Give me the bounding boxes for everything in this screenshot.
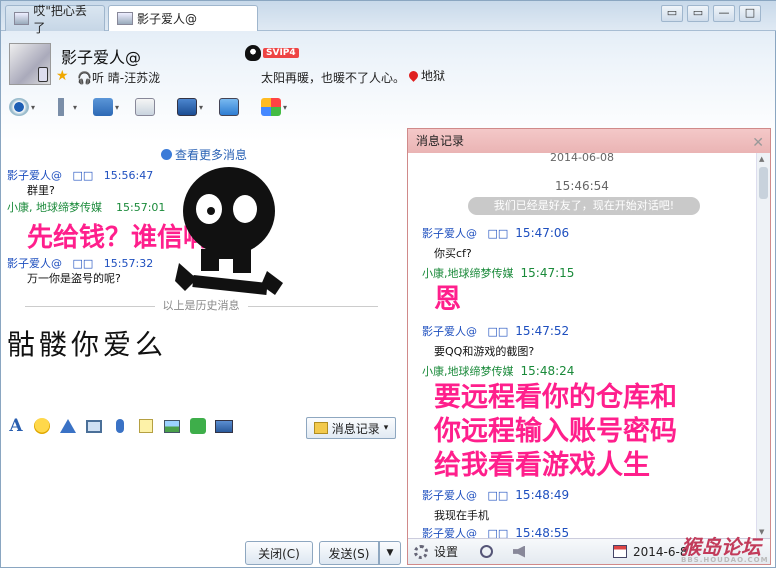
date-header: 2014-06-08 xyxy=(550,153,614,164)
vip-badge[interactable]: SVIP4 xyxy=(245,45,299,61)
main-toolbar: ▾ ▾ ▾ ▾ ▾ xyxy=(9,95,299,119)
history-scrollbar[interactable]: ▲ ▼ xyxy=(756,153,770,538)
mobile-icon xyxy=(38,67,48,82)
video-call-button[interactable]: ▾ xyxy=(9,95,47,119)
font-icon[interactable]: A xyxy=(7,416,25,436)
music-share-icon[interactable] xyxy=(189,417,207,435)
speaker-icon[interactable] xyxy=(513,545,526,558)
signature: 太阳再暖，也暖不了人心。 xyxy=(261,71,406,85)
message-header: 影子爱人@ □□ 15:48:55 xyxy=(422,526,570,538)
tab-conversation-1[interactable]: 哎"把心丢了 xyxy=(5,4,105,35)
tab-conversation-2[interactable]: 影子爱人@ xyxy=(108,5,258,31)
overlay-text: 恩 xyxy=(434,284,461,315)
message-body: 我现在手机 xyxy=(434,509,489,522)
minimize-button[interactable]: — xyxy=(713,5,735,22)
location-pin-icon xyxy=(407,69,420,82)
overlay-text: 要远程看你的仓库和 xyxy=(434,382,677,413)
gear-icon[interactable] xyxy=(414,544,428,559)
tab-label: 影子爱人@ xyxy=(137,12,198,26)
history-panel-title: 消息记录 ✕ xyxy=(408,129,770,153)
emoji-icon[interactable] xyxy=(33,417,51,435)
screen-share-button[interactable] xyxy=(219,95,257,119)
music-status[interactable]: 🎧听 晴-汪苏泷 xyxy=(77,69,160,86)
star-icon[interactable]: ★ xyxy=(56,68,69,84)
contact-avatar[interactable] xyxy=(9,43,51,85)
message-header: 小康, 地球缔梦传媒 15:57:01 xyxy=(7,201,166,214)
music-text: 听 晴-汪苏泷 xyxy=(91,71,161,85)
forum-watermark: 猴岛论坛 BBS.HOUDAO.COM xyxy=(681,535,769,564)
message-body: 万一你是盗号的呢? xyxy=(27,272,121,285)
scroll-thumb[interactable] xyxy=(759,167,768,199)
voice-message-icon[interactable] xyxy=(111,417,129,435)
history-icon xyxy=(313,422,328,434)
close-icon[interactable]: ✕ xyxy=(752,131,764,155)
location[interactable]: 地狱 xyxy=(407,67,446,84)
more-messages-link[interactable]: 查看更多消息 xyxy=(161,146,247,163)
apps-button[interactable]: ▾ xyxy=(261,95,299,119)
avatar-thumb-icon xyxy=(117,12,133,25)
message-header: 影子爱人@ □□ 15:47:06 xyxy=(422,226,570,240)
history-divider: 以上是历史消息 xyxy=(11,297,391,313)
folder-icon xyxy=(93,98,113,116)
time-stamp: 15:46:54 xyxy=(555,179,609,193)
file-transfer-button[interactable]: ▾ xyxy=(93,95,131,119)
close-button[interactable]: 关闭(C) xyxy=(245,541,313,565)
message-body: 你买cf? xyxy=(434,247,472,260)
history-list: 2014-06-08 15:46:54 我们已经是好友了，现在开始对话吧! 影子… xyxy=(408,153,756,538)
skin-button[interactable]: ▭ xyxy=(661,5,683,22)
message-body: 要QQ和游戏的截图? xyxy=(434,345,535,358)
calendar-icon[interactable] xyxy=(613,545,628,558)
send-options-button[interactable]: ▼ xyxy=(379,541,401,565)
voice-call-button[interactable]: ▾ xyxy=(51,95,89,119)
history-panel: 消息记录 ✕ 2014-06-08 15:46:54 我们已经是好友了，现在开始… xyxy=(407,128,771,565)
contact-name[interactable]: 影子爱人@ xyxy=(61,44,141,68)
scroll-up-icon[interactable]: ▲ xyxy=(759,155,764,163)
penguin-icon xyxy=(245,45,261,61)
message-history-button[interactable]: 消息记录 ▾ xyxy=(306,417,396,439)
clock-icon xyxy=(161,149,172,160)
headphone-icon: 🎧 xyxy=(77,71,92,85)
apps-grid-icon xyxy=(261,98,281,116)
microphone-icon xyxy=(51,98,71,116)
overlay-text: 你远程输入账号密码 xyxy=(434,416,677,447)
overlay-text: 给我看看游戏人生 xyxy=(434,450,650,481)
message-header: 影子爱人@ □□ 15:57:32 xyxy=(7,257,154,270)
message-header: 小康,地球缔梦传媒 15:48:24 xyxy=(422,364,575,378)
history-date[interactable]: 2014-6-8 xyxy=(633,545,687,559)
screen-icon xyxy=(219,98,239,116)
picture-icon[interactable] xyxy=(163,417,181,435)
camera-icon xyxy=(9,98,29,116)
screenshot-icon[interactable] xyxy=(215,417,233,435)
system-notice: 我们已经是好友了，现在开始对话吧! xyxy=(468,197,700,215)
message-body: 群里? xyxy=(27,184,55,197)
avatar-thumb-icon xyxy=(14,12,30,25)
skull-sticker xyxy=(175,167,283,295)
input-typed-text: 骷髅你爱么 xyxy=(7,328,168,361)
search-icon[interactable] xyxy=(480,545,494,558)
create-group-button[interactable] xyxy=(135,95,173,119)
chat-window: 哎"把心丢了 影子爱人@ ▭ ▭ — □ ✕ 影子爱人@ SVIP4 ★ 🎧听 … xyxy=(0,0,776,568)
tab-label: 哎"把心丢了 xyxy=(33,3,87,35)
message-header: 影子爱人@ □□ 15:48:49 xyxy=(422,488,570,502)
maximize-button[interactable]: □ xyxy=(739,5,761,22)
format-toolbar: A xyxy=(7,416,233,436)
remote-desktop-button[interactable]: ▾ xyxy=(177,95,215,119)
message-header: 小康,地球缔梦传媒 15:47:15 xyxy=(422,266,575,280)
send-button[interactable]: 发送(S) xyxy=(319,541,379,565)
mini-button[interactable]: ▭ xyxy=(687,5,709,22)
add-chat-icon xyxy=(135,98,155,116)
message-header: 影子爱人@ □□ 15:56:47 xyxy=(7,169,154,182)
note-icon[interactable] xyxy=(137,417,155,435)
vip-label: SVIP4 xyxy=(263,48,299,58)
shake-icon[interactable] xyxy=(59,417,77,435)
tab-bar: 哎"把心丢了 影子爱人@ ▭ ▭ — □ ✕ xyxy=(1,1,776,35)
monitor-icon xyxy=(177,98,197,116)
film-icon[interactable] xyxy=(85,417,103,435)
message-header: 影子爱人@ □□ 15:47:52 xyxy=(422,324,570,338)
settings-label[interactable]: 设置 xyxy=(434,543,458,560)
location-text: 地狱 xyxy=(421,69,446,83)
